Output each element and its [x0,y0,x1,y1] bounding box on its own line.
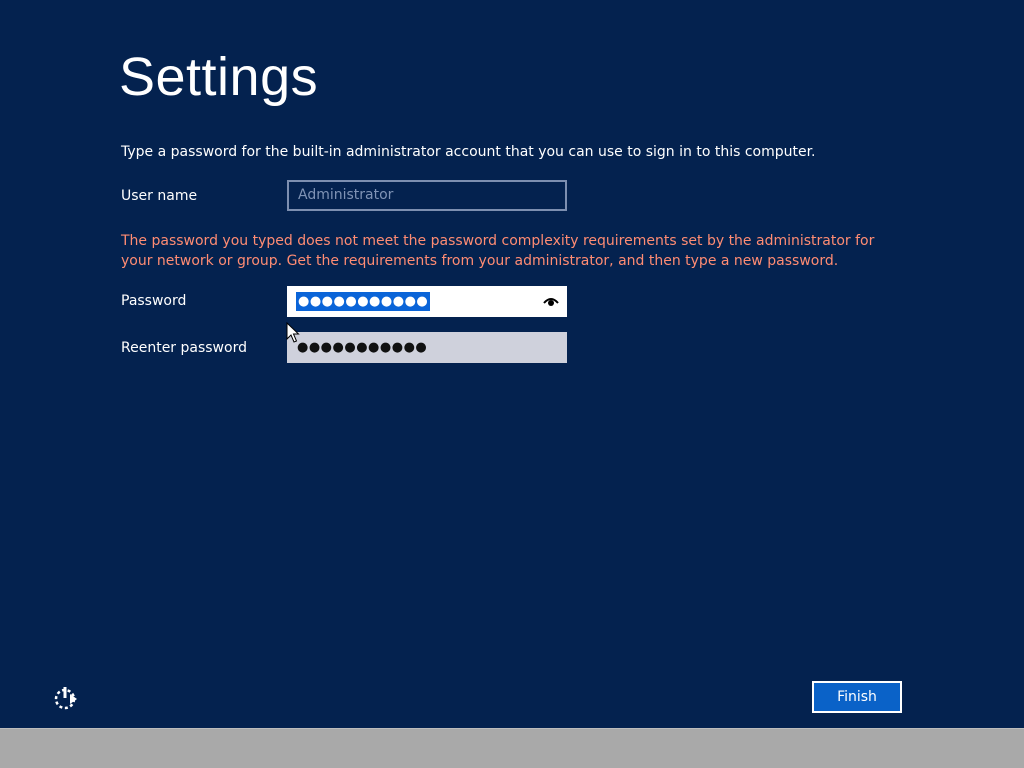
page-title: Settings [119,47,319,107]
password-label: Password [121,293,187,309]
username-field: Administrator [287,180,567,211]
instruction-text: Type a password for the built-in adminis… [121,144,816,160]
password-value: ●●●●●●●●●●● [296,292,431,311]
ease-of-access-icon[interactable] [52,684,80,712]
mouse-cursor-icon [286,322,300,343]
password-field[interactable]: ●●●●●●●●●●● [287,286,567,317]
reenter-password-value: ●●●●●●●●●●● [297,340,428,355]
setup-screen: Settings Type a password for the built-i… [0,0,1024,728]
reenter-password-field[interactable]: ●●●●●●●●●●● [287,332,567,363]
eye-icon[interactable] [543,294,559,308]
reenter-password-label: Reenter password [121,340,247,356]
error-message: The password you typed does not meet the… [121,233,875,269]
finish-button[interactable]: Finish [812,681,902,713]
username-label: User name [121,188,198,204]
taskbar [0,728,1024,768]
